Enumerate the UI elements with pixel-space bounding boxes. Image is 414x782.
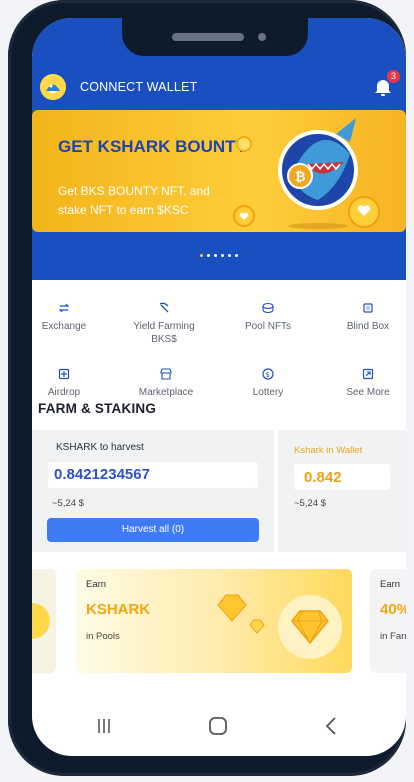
recent-apps-icon xyxy=(98,719,110,733)
box-icon xyxy=(362,302,374,314)
earn-card-next[interactable]: Earn 40% in Farms xyxy=(370,569,406,673)
topbar: CONNECT WALLET 3 xyxy=(32,70,406,104)
menu-item-label: Blind Box xyxy=(346,321,390,332)
carousel-dots[interactable] xyxy=(32,244,406,262)
app-screen: CONNECT WALLET 3 GET KSHARK BOUNTY Get B… xyxy=(32,18,406,756)
header: CONNECT WALLET 3 GET KSHARK BOUNTY Get B… xyxy=(32,18,406,280)
menu-item-airdrop[interactable]: Airdrop xyxy=(32,368,104,399)
banner-title: GET KSHARK BOUNTY xyxy=(58,137,247,156)
harvest-value-box: 0.8421234567 xyxy=(48,462,258,488)
menu-item-pool-nfts[interactable]: Pool NFTs xyxy=(228,302,308,333)
menu-item-label: See More xyxy=(346,387,390,398)
carousel-dot[interactable] xyxy=(200,254,203,257)
earn-card-kshark[interactable]: Earn KSHARK in Pools xyxy=(76,569,352,673)
kshark-logo-icon[interactable] xyxy=(40,74,66,100)
recent-apps-button[interactable] xyxy=(92,714,116,738)
pickaxe-icon xyxy=(158,302,170,314)
dollar-coin-icon: $ xyxy=(262,368,274,380)
back-icon xyxy=(325,717,336,735)
menu-item-label: Pool NFTs xyxy=(244,321,292,332)
home-button[interactable] xyxy=(206,714,230,738)
harvest-usd: ~5,24 $ xyxy=(52,498,84,509)
menu-item-label: Airdrop xyxy=(47,387,81,398)
wallet-panel: Kshark in Wallet 0.842 ~5,24 $ xyxy=(278,430,406,552)
menu-item-label: Marketplace xyxy=(138,387,194,398)
wallet-usd: ~5,24 $ xyxy=(294,498,326,509)
earn-label: Earn xyxy=(380,579,401,590)
harvest-panel: KSHARK to harvest 0.8421234567 ~5,24 $ H… xyxy=(32,430,274,552)
coin-icon xyxy=(32,603,50,639)
wallet-label: Kshark in Wallet xyxy=(294,445,363,456)
earn-source: in Farms xyxy=(380,631,406,642)
menu-item-label: Yield Farming BKS$ xyxy=(133,321,195,345)
speaker xyxy=(172,33,244,41)
banner-subtitle: Get BKS BOUNTY NFT, and stake NFT to ear… xyxy=(58,184,210,217)
camera xyxy=(258,33,266,41)
store-icon xyxy=(160,368,172,380)
menu-item-label: Lottery xyxy=(252,387,284,398)
system-nav-bar xyxy=(32,706,406,746)
home-icon xyxy=(209,717,227,735)
diamond-icon xyxy=(217,590,342,659)
harvest-label: KSHARK to harvest xyxy=(56,442,144,453)
menu-item-see-more[interactable]: See More xyxy=(328,368,406,399)
connect-wallet-button[interactable]: CONNECT WALLET xyxy=(80,80,197,94)
external-icon xyxy=(362,368,374,380)
menu-item-marketplace[interactable]: Marketplace xyxy=(126,368,206,399)
back-button[interactable] xyxy=(320,714,344,738)
harvest-all-button[interactable]: Harvest all (0) xyxy=(47,518,259,542)
menu-item-yield-farming[interactable]: Yield Farming BKS$ xyxy=(124,302,204,346)
carousel-dot[interactable] xyxy=(221,254,224,257)
promo-banner[interactable]: GET KSHARK BOUNTY Get BKS BOUNTY NFT, an… xyxy=(32,110,406,232)
wallet-value: 0.842 xyxy=(304,469,342,486)
harvest-value: 0.8421234567 xyxy=(54,466,150,483)
earn-card-prev[interactable] xyxy=(32,569,56,673)
gift-icon xyxy=(58,368,70,380)
menu-item-lottery[interactable]: $ Lottery xyxy=(228,368,308,399)
section-title: FARM & STAKING xyxy=(38,401,157,416)
earn-token: KSHARK xyxy=(86,601,151,618)
phone-notch xyxy=(122,18,308,56)
menu-item-label: Exchange xyxy=(41,321,87,332)
svg-text:₿: ₿ xyxy=(295,170,306,185)
earn-rate: 40% xyxy=(380,601,406,618)
notification-badge: 3 xyxy=(387,70,400,83)
carousel-dot[interactable] xyxy=(207,254,210,257)
wallet-value-box: 0.842 xyxy=(294,464,390,490)
carousel-dot[interactable] xyxy=(214,254,217,257)
carousel-dot[interactable] xyxy=(235,254,238,257)
svg-text:$: $ xyxy=(266,371,270,379)
coin-stack-icon xyxy=(262,302,274,314)
menu-item-blind-box[interactable]: Blind Box xyxy=(328,302,406,333)
phone-frame: CONNECT WALLET 3 GET KSHARK BOUNTY Get B… xyxy=(8,0,406,776)
earn-label: Earn xyxy=(86,579,107,590)
swap-icon xyxy=(58,302,70,314)
carousel-dot[interactable] xyxy=(228,254,231,257)
menu-item-exchange[interactable]: Exchange xyxy=(32,302,104,333)
earn-source: in Pools xyxy=(86,631,120,642)
shark-mascot-icon: ₿ xyxy=(233,118,380,229)
